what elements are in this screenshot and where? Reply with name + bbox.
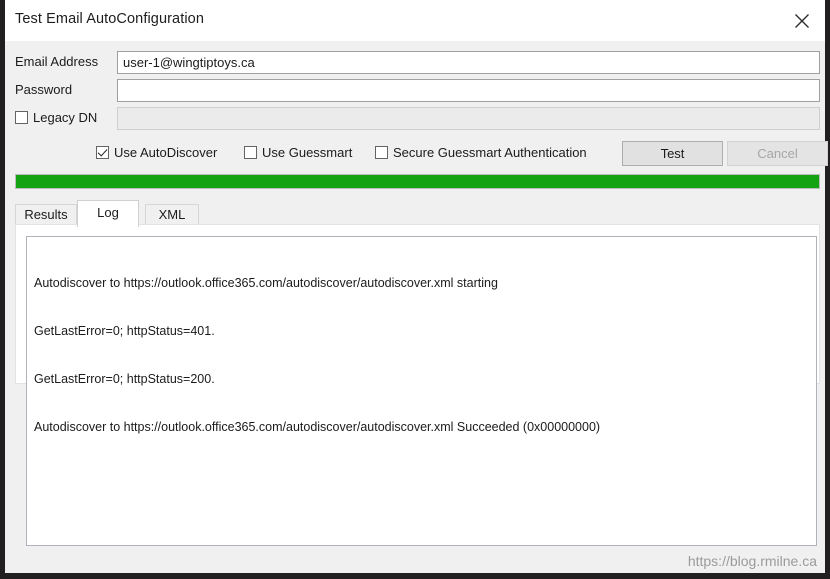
- email-row: Email Address: [5, 51, 825, 75]
- secure-guessmart-checkbox[interactable]: Secure Guessmart Authentication: [375, 145, 587, 160]
- password-label: Password: [15, 82, 73, 97]
- tab-log[interactable]: Log: [77, 200, 139, 227]
- tab-strip: Results Log XML: [15, 200, 820, 227]
- log-line: GetLastError=0; httpStatus=401.: [34, 324, 215, 338]
- title-bar: Test Email AutoConfiguration: [5, 0, 825, 41]
- cancel-button: Cancel: [727, 141, 828, 166]
- email-label: Email Address: [15, 54, 99, 69]
- checkbox-box-icon: [15, 111, 28, 124]
- legacy-dn-checkbox[interactable]: Legacy DN: [15, 110, 97, 125]
- log-line: Autodiscover to https://outlook.office36…: [34, 420, 601, 434]
- log-line: GetLastError=0; httpStatus=200.: [34, 372, 215, 386]
- checkbox-checked-icon: [96, 146, 109, 159]
- password-row: Password: [5, 79, 825, 103]
- legacy-dn-label: Legacy DN: [33, 110, 98, 125]
- tab-results[interactable]: Results: [15, 204, 77, 225]
- use-autodiscover-label: Use AutoDiscover: [114, 145, 218, 160]
- email-input[interactable]: [117, 51, 820, 74]
- password-input[interactable]: [117, 79, 820, 102]
- log-text: Autodiscover to https://outlook.office36…: [27, 237, 816, 473]
- log-line: Autodiscover to https://outlook.office36…: [34, 276, 498, 290]
- checkbox-box-icon: [375, 146, 388, 159]
- use-guessmart-label: Use Guessmart: [262, 145, 353, 160]
- legacy-dn-row: Legacy DN: [5, 107, 825, 131]
- use-autodiscover-checkbox[interactable]: Use AutoDiscover: [96, 145, 217, 160]
- progress-bar: [15, 174, 820, 189]
- application-window: Test Email AutoConfiguration Email Addre…: [0, 0, 830, 579]
- close-button[interactable]: [779, 0, 825, 41]
- checkbox-box-icon: [244, 146, 257, 159]
- log-output-box[interactable]: Autodiscover to https://outlook.office36…: [26, 236, 817, 546]
- watermark: https://blog.rmilne.ca: [687, 553, 817, 569]
- tab-xml[interactable]: XML: [145, 204, 199, 225]
- test-button[interactable]: Test: [622, 141, 723, 166]
- window-title: Test Email AutoConfiguration: [15, 11, 204, 27]
- secure-guessmart-label: Secure Guessmart Authentication: [393, 145, 587, 160]
- options-row: Use AutoDiscover Use Guessmart Secure Gu…: [5, 139, 828, 169]
- client-area: Email Address Password Legacy DN Use Aut…: [5, 41, 828, 573]
- progress-bar-fill: [16, 175, 819, 188]
- use-guessmart-checkbox[interactable]: Use Guessmart: [244, 145, 352, 160]
- legacy-dn-input: [117, 107, 820, 130]
